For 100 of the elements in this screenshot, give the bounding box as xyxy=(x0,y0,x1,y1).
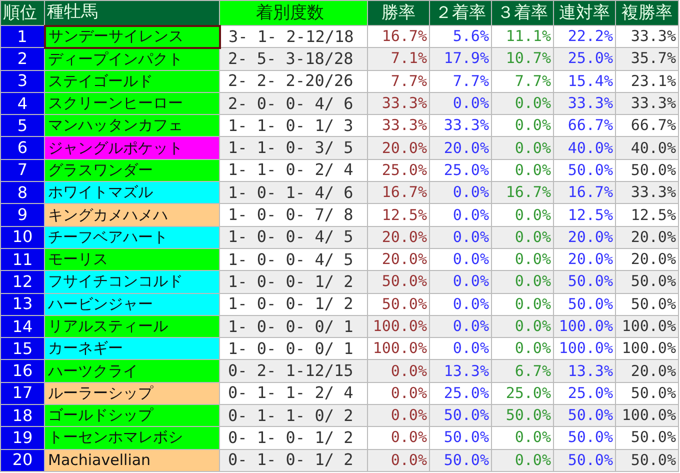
rate-cell: 20.0% xyxy=(554,226,616,248)
rate-cell: 33.3% xyxy=(368,92,430,115)
sire-name-cell[interactable]: サンデーサイレンス xyxy=(44,26,220,48)
rate-cell: 40.0% xyxy=(616,136,678,160)
rate-cell: 50.0% xyxy=(368,270,430,294)
sire-name-cell[interactable]: リアルスティール xyxy=(44,315,220,338)
rate-cell: 0.0% xyxy=(492,226,554,248)
sire-name-cell[interactable]: スクリーンヒーロー xyxy=(44,92,220,115)
rate-cell: 0.0% xyxy=(492,159,554,182)
rate-cell: 0.0% xyxy=(368,360,430,382)
record-cell: 1- 0- 0- 1/ 2 xyxy=(220,270,368,294)
sire-name-cell[interactable]: グラスワンダー xyxy=(44,159,220,182)
rate-cell: 50.0% xyxy=(430,449,492,472)
sire-name-cell[interactable]: ゴールドシップ xyxy=(44,404,220,427)
rate-cell: 0.0% xyxy=(492,136,554,160)
rank-cell: 9 xyxy=(0,204,44,226)
sire-name-cell[interactable]: マンハッタンカフェ xyxy=(44,114,220,137)
record-cell: 0- 1- 1- 0/ 2 xyxy=(220,404,368,427)
rate-cell: 13.3% xyxy=(554,360,616,382)
rate-cell: 5.6% xyxy=(430,26,492,48)
column-header: 勝率 xyxy=(368,0,430,26)
column-header: 順位 xyxy=(0,0,44,26)
rate-cell: 25.0% xyxy=(554,48,616,70)
rank-cell: 5 xyxy=(0,114,44,137)
rank-cell: 3 xyxy=(0,70,44,92)
record-cell: 2- 2- 2-20/26 xyxy=(220,70,368,92)
rank-cell: 2 xyxy=(0,48,44,70)
sire-name-cell[interactable]: ルーラーシップ xyxy=(44,382,220,405)
rank-cell: 4 xyxy=(0,92,44,115)
rate-cell: 100.0% xyxy=(554,315,616,338)
rate-cell: 0.0% xyxy=(430,204,492,226)
sire-name-cell[interactable]: ジャングルポケット xyxy=(44,136,220,160)
rate-cell: 50.0% xyxy=(616,449,678,472)
rate-cell: 100.0% xyxy=(368,315,430,338)
rate-cell: 66.7% xyxy=(554,114,616,137)
record-cell: 1- 1- 0- 1/ 3 xyxy=(220,114,368,137)
rate-cell: 50.0% xyxy=(616,270,678,294)
rate-cell: 0.0% xyxy=(368,404,430,427)
rate-cell: 33.3% xyxy=(616,92,678,115)
sire-name-cell[interactable]: モーリス xyxy=(44,248,220,271)
record-cell: 1- 0- 0- 1/ 2 xyxy=(220,293,368,316)
rate-cell: 33.3% xyxy=(430,114,492,137)
sire-name-cell[interactable]: カーネギー xyxy=(44,338,220,360)
rank-cell: 13 xyxy=(0,293,44,316)
rate-cell: 0.0% xyxy=(430,315,492,338)
rate-cell: 0.0% xyxy=(430,248,492,271)
record-cell: 0- 1- 0- 1/ 2 xyxy=(220,426,368,450)
rate-cell: 25.0% xyxy=(368,159,430,182)
rate-cell: 13.3% xyxy=(430,360,492,382)
rate-cell: 50.0% xyxy=(616,293,678,316)
record-cell: 0- 1- 0- 1/ 2 xyxy=(220,449,368,472)
rank-cell: 16 xyxy=(0,360,44,382)
sire-name-cell[interactable]: ハービンジャー xyxy=(44,293,220,316)
record-cell: 1- 0- 0- 0/ 1 xyxy=(220,338,368,360)
rank-cell: 1 xyxy=(0,26,44,48)
sire-name-cell[interactable]: ステイゴールド xyxy=(44,70,220,92)
rate-cell: 20.0% xyxy=(430,136,492,160)
column-header: 種牡馬 xyxy=(44,0,220,26)
record-cell: 1- 0- 0- 4/ 5 xyxy=(220,248,368,271)
rate-cell: 20.0% xyxy=(368,248,430,271)
rank-cell: 14 xyxy=(0,315,44,338)
rate-cell: 10.7% xyxy=(492,48,554,70)
rate-cell: 22.2% xyxy=(554,26,616,48)
rank-cell: 8 xyxy=(0,182,44,204)
rate-cell: 16.7% xyxy=(368,26,430,48)
rate-cell: 12.5% xyxy=(368,204,430,226)
rate-cell: 0.0% xyxy=(492,338,554,360)
sire-name-cell[interactable]: トーセンホマレボシ xyxy=(44,426,220,450)
rate-cell: 50.0% xyxy=(554,426,616,450)
sire-name-cell[interactable]: ディープインパクト xyxy=(44,48,220,70)
rate-cell: 20.0% xyxy=(554,248,616,271)
rate-cell: 0.0% xyxy=(368,426,430,450)
record-cell: 1- 0- 0- 0/ 1 xyxy=(220,315,368,338)
rate-cell: 50.0% xyxy=(554,159,616,182)
sire-name-cell[interactable]: フサイチコンコルド xyxy=(44,270,220,294)
sire-name-cell[interactable]: チーフベアハート xyxy=(44,226,220,248)
rate-cell: 20.0% xyxy=(616,226,678,248)
rate-cell: 40.0% xyxy=(554,136,616,160)
record-cell: 1- 0- 1- 4/ 6 xyxy=(220,182,368,204)
rate-cell: 0.0% xyxy=(492,248,554,271)
rank-cell: 6 xyxy=(0,136,44,160)
record-cell: 0- 2- 1-12/15 xyxy=(220,360,368,382)
sire-name-cell[interactable]: キングカメハメハ xyxy=(44,204,220,226)
rate-cell: 100.0% xyxy=(368,338,430,360)
rate-cell: 20.0% xyxy=(368,136,430,160)
rate-cell: 50.0% xyxy=(616,382,678,405)
rate-cell: 0.0% xyxy=(492,426,554,450)
sire-name-cell[interactable]: ホワイトマズル xyxy=(44,182,220,204)
rate-cell: 16.7% xyxy=(554,182,616,204)
rate-cell: 0.0% xyxy=(430,270,492,294)
sire-name-cell[interactable]: ハーツクライ xyxy=(44,360,220,382)
rate-cell: 50.0% xyxy=(616,159,678,182)
column-header: 連対率 xyxy=(554,0,616,26)
rate-cell: 0.0% xyxy=(492,114,554,137)
record-cell: 3- 1- 2-12/18 xyxy=(220,26,368,48)
rate-cell: 20.0% xyxy=(616,248,678,271)
sire-name-cell[interactable]: Machiavellian xyxy=(44,449,220,472)
rate-cell: 20.0% xyxy=(616,360,678,382)
rate-cell: 33.3% xyxy=(554,92,616,115)
rank-cell: 20 xyxy=(0,449,44,472)
